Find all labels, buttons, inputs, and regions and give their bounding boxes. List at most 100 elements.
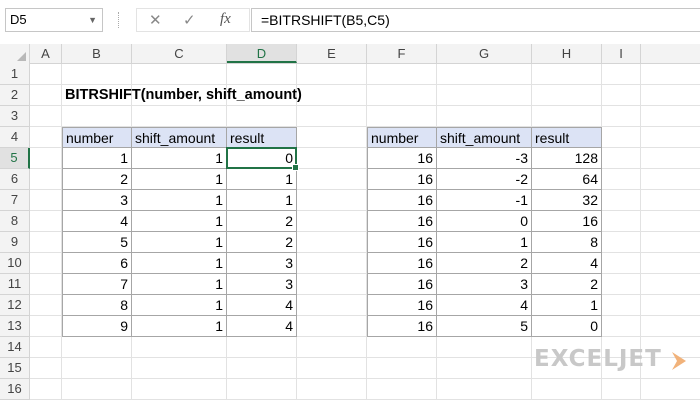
row-header-12[interactable]: 12 <box>0 295 30 316</box>
table-header-cell[interactable]: number <box>367 127 437 148</box>
row-header-14[interactable]: 14 <box>0 337 30 358</box>
sheet-title[interactable]: BITRSHIFT(number, shift_amount) <box>62 85 305 106</box>
exceljet-logo: EXCELJET <box>534 346 686 376</box>
table-cell[interactable]: 1 <box>132 148 227 169</box>
column-header-g[interactable]: G <box>437 44 532 63</box>
table-cell[interactable]: 9 <box>62 316 132 337</box>
row-header-4[interactable]: 4 <box>0 127 30 148</box>
table-cell[interactable]: 1 <box>437 232 532 253</box>
row-header-6[interactable]: 6 <box>0 169 30 190</box>
table-cell[interactable]: 1 <box>132 274 227 295</box>
table-cell[interactable]: 0 <box>227 148 297 169</box>
table-cell[interactable]: 0 <box>437 211 532 232</box>
table-cell[interactable]: 3 <box>227 253 297 274</box>
row-header-1[interactable]: 1 <box>0 64 30 85</box>
table-header-cell[interactable]: shift_amount <box>132 127 227 148</box>
table-header-cell[interactable]: shift_amount <box>437 127 532 148</box>
table-cell[interactable]: 128 <box>532 148 602 169</box>
formula-input[interactable]: =BITRSHIFT(B5,C5) <box>251 8 700 32</box>
table-cell[interactable]: 2 <box>532 274 602 295</box>
logo-text: EXCELJET <box>534 346 662 372</box>
exceljet-arrow-icon <box>672 352 686 370</box>
table-header-cell[interactable]: result <box>227 127 297 148</box>
table-cell[interactable]: 2 <box>437 253 532 274</box>
table-cell[interactable]: 7 <box>62 274 132 295</box>
column-header-e[interactable]: E <box>297 44 367 63</box>
table-cell[interactable]: 1 <box>132 232 227 253</box>
column-header-a[interactable]: A <box>30 44 62 63</box>
row-header-10[interactable]: 10 <box>0 253 30 274</box>
table-header-cell[interactable]: number <box>62 127 132 148</box>
table-cell[interactable]: 1 <box>132 169 227 190</box>
table-cell[interactable]: -3 <box>437 148 532 169</box>
table-header-cell[interactable]: result <box>532 127 602 148</box>
table-cell[interactable]: 1 <box>62 148 132 169</box>
table-cell[interactable]: 8 <box>532 232 602 253</box>
name-box[interactable]: D5 ▼ <box>5 8 103 32</box>
formula-bar: D5 ▼ ✕ ✓ fx =BITRSHIFT(B5,C5) <box>0 0 700 44</box>
row-header-13[interactable]: 13 <box>0 316 30 337</box>
table-cell[interactable]: 2 <box>227 211 297 232</box>
insert-function-icon[interactable]: fx <box>220 11 231 28</box>
table-cell[interactable]: 1 <box>227 190 297 211</box>
table-cell[interactable]: 1 <box>132 295 227 316</box>
row-header-5[interactable]: 5 <box>0 148 30 169</box>
table-cell[interactable]: 4 <box>227 316 297 337</box>
column-headers: ABCDEFGHI <box>0 44 700 64</box>
table-cell[interactable]: 3 <box>437 274 532 295</box>
table-cell[interactable]: -1 <box>437 190 532 211</box>
table-cell[interactable]: 16 <box>367 232 437 253</box>
table-cell[interactable]: 16 <box>532 211 602 232</box>
table-cell[interactable]: 16 <box>367 274 437 295</box>
row-header-11[interactable]: 11 <box>0 274 30 295</box>
table-cell[interactable]: 3 <box>227 274 297 295</box>
column-header-f[interactable]: F <box>367 44 437 63</box>
column-header-b[interactable]: B <box>62 44 132 63</box>
row-header-16[interactable]: 16 <box>0 379 30 400</box>
table-cell[interactable]: 16 <box>367 190 437 211</box>
table-cell[interactable]: 5 <box>62 232 132 253</box>
column-header-h[interactable]: H <box>532 44 602 63</box>
table-cell[interactable]: 3 <box>62 190 132 211</box>
name-box-dropdown-icon[interactable]: ▼ <box>88 9 97 31</box>
enter-icon[interactable]: ✓ <box>183 11 196 29</box>
row-header-15[interactable]: 15 <box>0 358 30 379</box>
table-cell[interactable]: 16 <box>367 316 437 337</box>
table-cell[interactable]: 1 <box>227 169 297 190</box>
table-cell[interactable]: 2 <box>227 232 297 253</box>
row-header-8[interactable]: 8 <box>0 211 30 232</box>
table-cell[interactable]: 1 <box>532 295 602 316</box>
table-cell[interactable]: 4 <box>437 295 532 316</box>
formula-buttons: ✕ ✓ fx <box>136 8 250 32</box>
row-header-7[interactable]: 7 <box>0 190 30 211</box>
select-all-button[interactable] <box>0 44 30 64</box>
column-header-i[interactable]: I <box>602 44 641 63</box>
table-cell[interactable]: 4 <box>62 211 132 232</box>
table-cell[interactable]: 4 <box>532 253 602 274</box>
table-cell[interactable]: -2 <box>437 169 532 190</box>
table-cell[interactable]: 0 <box>532 316 602 337</box>
table-cell[interactable]: 6 <box>62 253 132 274</box>
row-header-9[interactable]: 9 <box>0 232 30 253</box>
column-header-d[interactable]: D <box>227 44 297 63</box>
table-cell[interactable]: 1 <box>132 211 227 232</box>
row-header-2[interactable]: 2 <box>0 85 30 106</box>
table-cell[interactable]: 1 <box>132 253 227 274</box>
column-header-c[interactable]: C <box>132 44 227 63</box>
table-cell[interactable]: 5 <box>437 316 532 337</box>
cancel-icon[interactable]: ✕ <box>149 11 162 29</box>
table-cell[interactable]: 1 <box>132 316 227 337</box>
table-cell[interactable]: 16 <box>367 295 437 316</box>
table-cell[interactable]: 64 <box>532 169 602 190</box>
table-cell[interactable]: 16 <box>367 211 437 232</box>
table-cell[interactable]: 16 <box>367 148 437 169</box>
table-cell[interactable]: 32 <box>532 190 602 211</box>
table-cell[interactable]: 16 <box>367 253 437 274</box>
table-cell[interactable]: 2 <box>62 169 132 190</box>
table-cell[interactable]: 16 <box>367 169 437 190</box>
table-cell[interactable]: 8 <box>62 295 132 316</box>
table-cell[interactable]: 1 <box>132 190 227 211</box>
row-header-3[interactable]: 3 <box>0 106 30 127</box>
table-cell[interactable]: 4 <box>227 295 297 316</box>
formula-bar-separator[interactable] <box>118 12 121 28</box>
